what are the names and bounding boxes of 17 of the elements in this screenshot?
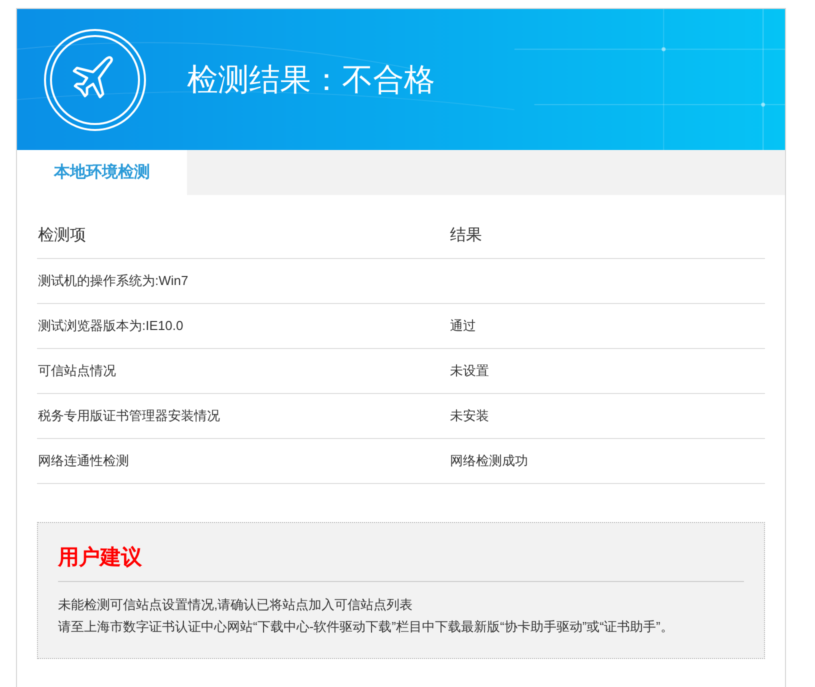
table-cell: 未设置 [450, 363, 489, 378]
table-cell: 通过 [450, 318, 476, 333]
table-cell: 税务专用版证书管理器安装情况 [38, 408, 220, 423]
advice-text: 未能检测可信站点设置情况,请确认已将站点加入可信站点列表 [58, 596, 414, 614]
table-cell: 可信站点情况 [38, 363, 116, 378]
table-cell: 网络检测成功 [450, 453, 528, 468]
column-header: 检测项 [38, 227, 86, 244]
result-title: 检测结果：不合格 [187, 60, 435, 98]
table-cell: 测试机的操作系统为:Win7 [38, 273, 188, 288]
tab[interactable]: 本地环境检测 [17, 150, 187, 195]
table-cell: 未安装 [450, 408, 489, 423]
advice-text: 请至上海市数字证书认证中心网站“下载中心-软件驱动下载”栏目中下载最新版“协卡助手驱动”或“证书助手”。 [58, 618, 674, 636]
column-header: 结果 [450, 227, 482, 244]
airplane-icon [43, 28, 147, 132]
table-cell: 网络连通性检测 [38, 453, 129, 468]
table-cell: 测试浏览器版本为:IE10.0 [38, 318, 184, 333]
advice-title: 用户建议 [58, 544, 143, 571]
